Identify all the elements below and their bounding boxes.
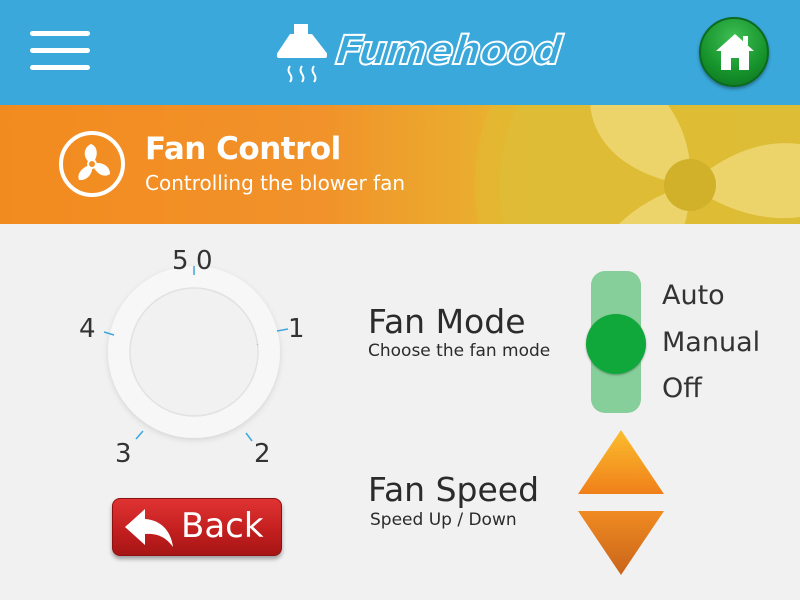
page-subtitle: Controlling the blower fan — [145, 171, 406, 195]
fan-mode-option-auto[interactable]: Auto — [662, 280, 725, 311]
back-arrow-icon — [125, 509, 173, 547]
fume-hood-icon — [277, 24, 327, 83]
dial-label-0: 0 — [196, 246, 213, 276]
dial-label-5: 5 — [172, 246, 189, 276]
home-icon — [716, 34, 754, 70]
hamburger-menu-icon — [30, 31, 90, 36]
hamburger-menu-button[interactable] — [30, 31, 90, 71]
fan-mode-subtitle: Choose the fan mode — [368, 341, 551, 361]
dial-label-1: 1 — [288, 314, 305, 344]
dial-label-2: 2 — [254, 439, 271, 469]
fan-speed-subtitle: Speed Up / Down — [370, 510, 517, 530]
fan-mode-option-manual[interactable]: Manual — [662, 327, 760, 358]
dial-graphic — [103, 266, 289, 442]
fan-mode-title: Fan Mode — [368, 302, 526, 341]
fan-mode-option-off[interactable]: Off — [662, 373, 702, 404]
brand-name: Fumehood — [333, 27, 565, 75]
fan-mode-switch-knob[interactable] — [586, 314, 646, 374]
dial-label-4: 4 — [79, 314, 96, 344]
home-button[interactable] — [699, 17, 769, 87]
banner-fan-watermark — [475, 105, 800, 224]
top-bar: Fumehood — [0, 0, 800, 105]
section-banner: Fan Control Controlling the blower fan — [0, 105, 800, 224]
dial-label-3: 3 — [115, 439, 132, 469]
triangle-up-icon — [578, 430, 664, 494]
back-button-label: Back — [181, 506, 264, 546]
back-button[interactable]: Back — [112, 498, 282, 556]
fan-speed-dial[interactable]: 5 0 1 2 3 4 — [70, 240, 320, 470]
triangle-down-icon — [578, 511, 664, 575]
fan-speed-title: Fan Speed — [368, 470, 540, 509]
speed-down-button[interactable] — [576, 509, 666, 577]
page-title: Fan Control — [145, 131, 341, 167]
fan-icon — [59, 131, 125, 197]
speed-up-button[interactable] — [576, 428, 666, 496]
brand-logo: Fumehood — [276, 22, 564, 84]
